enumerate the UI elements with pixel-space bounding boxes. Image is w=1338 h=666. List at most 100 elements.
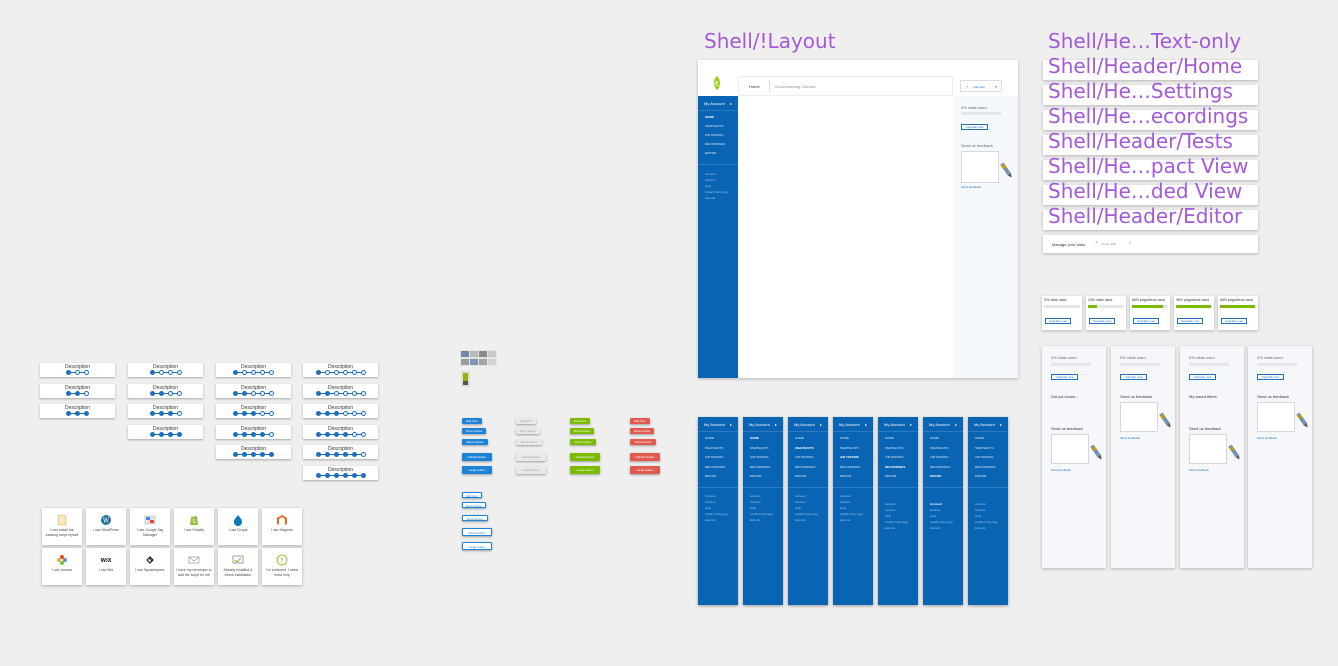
stepper-dot[interactable]: [260, 390, 265, 396]
sidebar-sub-help[interactable]: Help: [705, 184, 711, 188]
sidebar-sub-item[interactable]: Options: [930, 508, 940, 512]
stepper[interactable]: Description: [303, 363, 378, 377]
upgrade-now-button[interactable]: Upgrade now: [1045, 318, 1071, 324]
stepper-dot[interactable]: [251, 390, 256, 396]
sidebar-account[interactable]: My Account: [974, 422, 995, 427]
stepper-dot[interactable]: [260, 411, 265, 417]
stepper[interactable]: Description: [128, 383, 203, 398]
stepper-dot[interactable]: [360, 370, 366, 375]
stepper-dot[interactable]: [315, 390, 321, 396]
stepper-dot[interactable]: [324, 473, 330, 478]
stepper-dot[interactable]: [351, 390, 357, 396]
sidebar-account[interactable]: My Account: [929, 422, 950, 427]
stepper-dot[interactable]: [66, 390, 71, 396]
sidebar-item[interactable]: SNAPSHOTS: [750, 446, 769, 450]
sidebar-sub-item[interactable]: Options: [750, 500, 760, 504]
stepper-dot[interactable]: [360, 431, 366, 437]
stepper[interactable]: Description: [40, 404, 115, 419]
integration-tile[interactable]: I have my developer to add the script fo…: [174, 548, 214, 585]
send-feedback-link[interactable]: Send feedback: [1257, 436, 1277, 440]
stepper-dot[interactable]: [315, 431, 321, 437]
stepper-dot[interactable]: [167, 370, 173, 375]
usage-card[interactable]: 96% pageviews used Upgrade now: [1218, 296, 1258, 330]
sidebar-item[interactable]: A/B TESTING: [975, 455, 994, 459]
sidebar-sub-item[interactable]: Help: [795, 506, 801, 510]
right-panel-variant[interactable]: 0% visits used Upgrade now Send us feedbac…: [1111, 346, 1175, 568]
sidebar-sub-item[interactable]: Options: [840, 500, 850, 504]
sidebar-sub-options[interactable]: Options: [705, 178, 715, 182]
stepper-dot[interactable]: [233, 390, 238, 396]
stepper-dot[interactable]: [324, 411, 330, 417]
button-sample[interactable]: Show button: [516, 439, 542, 445]
sidebar-variant[interactable]: My Account ▸ HOME SNAPSHOTS A/B TESTING RECOR…: [833, 417, 873, 605]
stepper-dot[interactable]: [342, 390, 348, 396]
button-sample[interactable]: Show button: [462, 439, 488, 445]
header-home-label[interactable]: Home: [749, 84, 760, 89]
feedback-textarea[interactable]: [1189, 434, 1227, 464]
feedback-textarea[interactable]: [1120, 402, 1158, 432]
stepper-dot[interactable]: [342, 431, 348, 437]
stepper-dot[interactable]: [233, 411, 238, 417]
stepper[interactable]: Description: [303, 383, 378, 398]
sidebar-item[interactable]: A/B TESTING: [750, 455, 769, 459]
stepper-dot[interactable]: [269, 431, 274, 437]
sidebar-item[interactable]: EDITOR: [840, 474, 851, 478]
sidebar-item[interactable]: A/B TESTING: [705, 455, 724, 459]
sidebar-item[interactable]: HOME: [795, 436, 804, 440]
upgrade-now-button[interactable]: Upgrade now: [1120, 374, 1147, 380]
button-sample[interactable]: Show button: [630, 428, 654, 434]
button-sample[interactable]: Edit Icon: [462, 492, 482, 498]
frame-title-header-expanded[interactable]: Shell/He…ded View: [1048, 181, 1242, 201]
stepper-dot[interactable]: [333, 411, 339, 417]
create-edit-label[interactable]: Create Edit: [1101, 242, 1116, 246]
stepper[interactable]: Description: [303, 424, 378, 439]
stepper-dot[interactable]: [242, 390, 247, 396]
stepper-dot[interactable]: [75, 390, 80, 396]
sidebar-item[interactable]: HOME: [975, 436, 984, 440]
stepper-dot[interactable]: [242, 431, 247, 437]
sidebar-item[interactable]: EDITOR: [705, 474, 716, 478]
feedback-textarea[interactable]: [1257, 402, 1295, 432]
sidebar-sub-item[interactable]: Options: [705, 500, 715, 504]
sidebar-sub-item[interactable]: Account: [750, 494, 761, 498]
sidebar-variant[interactable]: My Account ▸ HOME SNAPSHOTS A/B TESTING RECOR…: [923, 417, 963, 605]
stepper[interactable]: Description: [303, 466, 378, 480]
sidebar-sub-item[interactable]: Help: [885, 514, 891, 518]
button-sample[interactable]: Large button: [462, 542, 492, 550]
sidebar-sub-item[interactable]: Help: [930, 514, 936, 518]
usage-card[interactable]: 24% visits used Upgrade now: [1086, 296, 1126, 330]
right-panel-variant[interactable]: 0% visits used Upgrade now My saved filter…: [1180, 346, 1244, 568]
sidebar-item[interactable]: EDITOR: [885, 474, 896, 478]
stepper[interactable]: Description: [303, 404, 378, 419]
sidebar-item-editor[interactable]: EDITOR: [705, 151, 716, 155]
button-sample[interactable]: Large button: [630, 466, 660, 474]
stepper-dot[interactable]: [251, 452, 256, 458]
header-frame-manage[interactable]: Manage your visits + Create Edit ⌕: [1043, 235, 1258, 253]
button-sample[interactable]: Default button: [516, 453, 546, 461]
stepper-dot[interactable]: [324, 431, 330, 437]
sidebar-item[interactable]: SNAPSHOTS: [705, 446, 724, 450]
button-sample[interactable]: Edit Icon: [570, 418, 590, 424]
sidebar-item[interactable]: EDITOR: [750, 474, 761, 478]
icon-swatch-grid[interactable]: [460, 350, 497, 366]
sidebar-sub-item[interactable]: Account: [705, 494, 716, 498]
stepper-dot[interactable]: [176, 370, 182, 375]
integration-tile[interactable]: I can install the tracking script myself: [42, 508, 82, 545]
sidebar-variant[interactable]: My Account ▸ HOME SNAPSHOTS A/B TESTING RECOR…: [968, 417, 1008, 605]
sidebar-item[interactable]: HOME: [750, 436, 759, 440]
stepper-dot[interactable]: [176, 390, 182, 396]
stepper-dot[interactable]: [149, 390, 155, 396]
sidebar-variant[interactable]: My Account ▸ HOME SNAPSHOTS A/B TESTING RECOR…: [698, 417, 738, 605]
sidebar-item-recordings[interactable]: RECORDINGS: [705, 142, 725, 146]
integration-tile[interactable]: I use Joomla: [42, 548, 82, 585]
stepper-dot[interactable]: [167, 411, 173, 417]
stepper-dot[interactable]: [342, 473, 348, 478]
stepper-dot[interactable]: [333, 431, 339, 437]
sidebar-item[interactable]: RECORDINGS: [795, 465, 815, 469]
stepper-dot[interactable]: [351, 431, 357, 437]
stepper-dot[interactable]: [84, 390, 89, 396]
stepper[interactable]: Description: [40, 383, 115, 398]
stepper-dot[interactable]: [233, 452, 238, 458]
sidebar-item[interactable]: RECORDINGS: [705, 465, 725, 469]
button-sample[interactable]: Edit Icon: [516, 418, 536, 424]
